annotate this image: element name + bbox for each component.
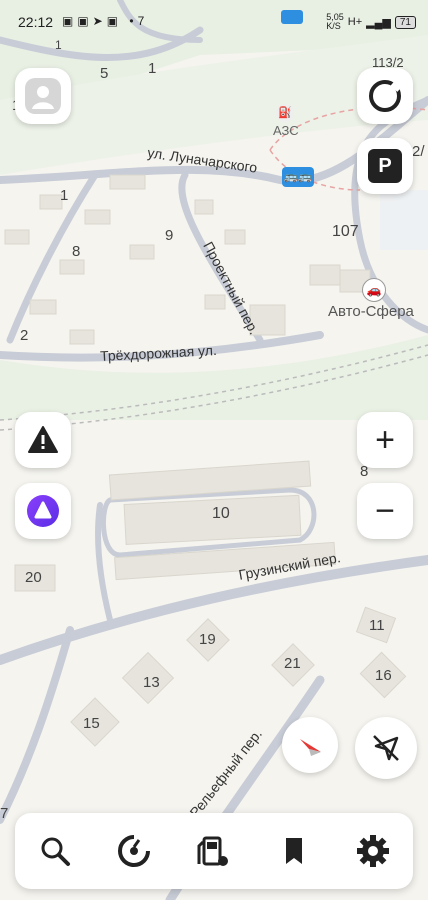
status-bar: 22:12 ▣▣➤▣ •7 5,05 K/S H+ ▂▄▆ 71 (0, 0, 428, 44)
bookmarks-button[interactable] (269, 826, 319, 876)
location-off-icon (373, 735, 399, 761)
layers-icon (369, 80, 401, 112)
house-number: 8 (72, 243, 81, 260)
poi-label-azs: АЗС (273, 123, 299, 138)
car-service-icon[interactable]: 🚗 (362, 278, 386, 302)
status-right: 5,05 K/S H+ ▂▄▆ 71 (326, 13, 416, 31)
parking-icon: P (368, 149, 402, 183)
building (69, 329, 95, 345)
building (109, 174, 146, 190)
house-number: 19 (199, 631, 216, 648)
house-number: 21 (284, 655, 301, 672)
poi-label-avto-sfera[interactable]: Авто-Сфера (328, 303, 414, 320)
network-speed: 5,05 K/S (326, 13, 344, 31)
house-number: 20 (25, 569, 42, 586)
fuel-station-icon[interactable]: ⛽ (276, 104, 294, 122)
building (4, 229, 30, 245)
building (84, 209, 111, 225)
layers-button[interactable] (357, 68, 413, 124)
parking-button[interactable]: P (357, 138, 413, 194)
plus-icon: + (375, 421, 395, 459)
road-events-button[interactable] (15, 412, 71, 468)
gear-icon (357, 835, 390, 867)
alice-voice-icon (27, 495, 59, 527)
alice-button[interactable] (15, 483, 71, 539)
house-number: 16 (375, 667, 392, 684)
house-number: 10 (212, 505, 230, 522)
notification-count: 7 (137, 14, 149, 28)
music-button[interactable] (109, 826, 159, 876)
building (39, 194, 63, 210)
building (194, 199, 214, 215)
signal-indicator: H+ (347, 16, 363, 28)
network-speed-unit: K/S (326, 21, 341, 31)
my-location-button[interactable] (355, 717, 417, 779)
house-number: 15 (83, 715, 100, 732)
bus-stop-icon[interactable]: 🚌🚌 (282, 167, 314, 187)
building (309, 264, 341, 286)
house-number: 9 (165, 227, 174, 244)
search-icon (41, 837, 70, 866)
house-number: 5 (100, 65, 109, 82)
notification-icons: ▣▣➤▣ •7 (62, 14, 149, 28)
search-button[interactable] (30, 826, 80, 876)
building (224, 229, 246, 245)
sports-field (380, 190, 428, 250)
settings-button[interactable] (348, 826, 398, 876)
bottom-navigation (15, 813, 413, 889)
minus-icon: − (375, 492, 395, 530)
building (29, 299, 57, 315)
house-number: 1 (60, 187, 69, 204)
house-number: 2 (20, 327, 29, 344)
house-number: 2/ (412, 143, 425, 160)
bookmark-icon (285, 838, 302, 864)
north-arrow-icon (300, 739, 321, 756)
avatar-icon (25, 78, 61, 114)
road-alert-icon (28, 426, 58, 453)
zoom-in-button[interactable]: + (357, 412, 413, 468)
house-number: 7 (0, 805, 9, 822)
building (204, 294, 226, 310)
building (59, 259, 85, 275)
compass-button[interactable] (282, 717, 338, 773)
profile-button[interactable] (15, 68, 71, 124)
building (129, 244, 155, 260)
house-number: 11 (369, 617, 385, 634)
status-time: 22:12 (18, 14, 54, 30)
fuel-icon (197, 836, 228, 866)
battery-icon: 71 (394, 15, 416, 29)
signal-bars-icon: ▂▄▆ (366, 16, 391, 29)
house-number: 13 (143, 674, 160, 691)
house-number: 107 (332, 223, 359, 240)
zoom-out-button[interactable]: − (357, 483, 413, 539)
music-icon (118, 835, 151, 867)
fuel-button[interactable] (189, 826, 239, 876)
house-number: 1 (148, 60, 157, 77)
